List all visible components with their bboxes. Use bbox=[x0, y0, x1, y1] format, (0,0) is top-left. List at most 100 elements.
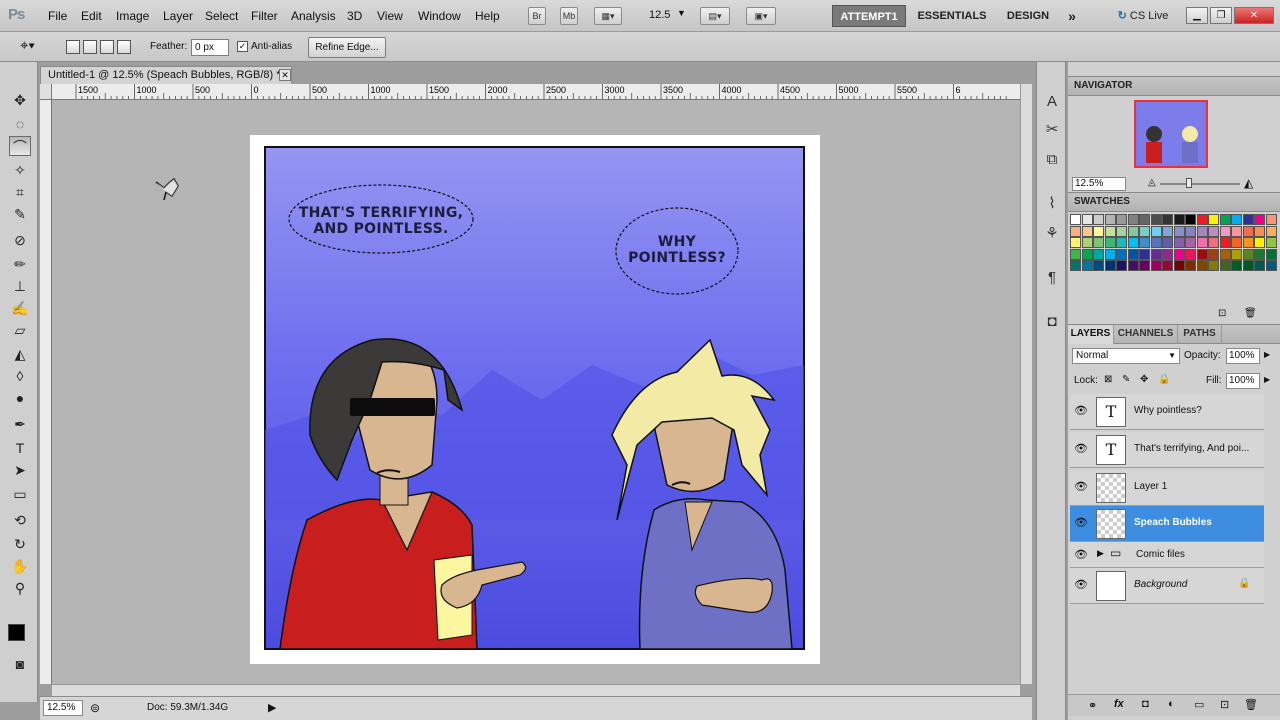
layer-row[interactable]: 👁 T Why pointless? bbox=[1070, 394, 1264, 430]
swatch-color[interactable] bbox=[1208, 214, 1219, 225]
shape-tool-icon[interactable]: ▭ bbox=[9, 484, 31, 504]
fill-input[interactable]: 100% bbox=[1226, 373, 1260, 389]
move-tool-icon[interactable]: ✥ bbox=[9, 90, 31, 110]
swatch-color[interactable] bbox=[1242, 214, 1254, 225]
swatch-color[interactable] bbox=[1185, 237, 1196, 248]
swatch-color[interactable] bbox=[1127, 237, 1139, 248]
swatch-color[interactable] bbox=[1116, 237, 1127, 248]
lasso-tool-icon[interactable]: ⌒ bbox=[9, 136, 31, 156]
swatch-color[interactable] bbox=[1265, 225, 1277, 237]
navigator-zoom-field[interactable]: 12.5% bbox=[1072, 177, 1126, 191]
canvas-area[interactable]: THAT'S TERRIFYING, AND POINTLESS. WHY PO… bbox=[52, 100, 1020, 684]
swatch-color[interactable] bbox=[1162, 214, 1173, 225]
swatch-color[interactable] bbox=[1070, 237, 1081, 248]
swatch-color[interactable] bbox=[1242, 248, 1254, 260]
3d-rotate-tool-icon[interactable]: ⟲ bbox=[9, 510, 31, 530]
swatch-color[interactable] bbox=[1093, 248, 1104, 260]
new-group-icon[interactable]: ▭ bbox=[1194, 698, 1204, 711]
status-zoom-field[interactable]: 12.5% bbox=[43, 700, 83, 716]
add-selection-icon[interactable] bbox=[83, 40, 97, 54]
layer-row[interactable]: 👁 Background 🔒 bbox=[1070, 568, 1264, 604]
history-brush-tool-icon[interactable]: ✍ bbox=[9, 298, 31, 318]
paint-bucket-tool-icon[interactable]: ◭ bbox=[9, 344, 31, 364]
swatch-color[interactable] bbox=[1081, 260, 1093, 271]
expand-group-icon[interactable]: ▶ bbox=[1097, 548, 1104, 559]
swatch-color[interactable] bbox=[1254, 248, 1265, 260]
swatch-color[interactable] bbox=[1070, 248, 1081, 260]
swatch-color[interactable] bbox=[1173, 225, 1185, 237]
swatch-color[interactable] bbox=[1104, 248, 1116, 260]
menu-layer[interactable]: Layer bbox=[163, 9, 193, 23]
eye-icon[interactable]: 👁 bbox=[1074, 578, 1088, 592]
swatch-color[interactable] bbox=[1116, 214, 1127, 225]
swatch-color[interactable] bbox=[1231, 260, 1242, 271]
navigator-header[interactable]: NAVIGATOR bbox=[1068, 76, 1280, 96]
swatch-color[interactable] bbox=[1219, 225, 1231, 237]
adjustment-layer-icon[interactable]: ◐ bbox=[1168, 698, 1175, 710]
workspace-essentials[interactable]: ESSENTIALS bbox=[912, 5, 992, 27]
swatches-header[interactable]: SWATCHES bbox=[1068, 192, 1280, 212]
mini-bridge-button[interactable]: Mb bbox=[560, 7, 578, 25]
swatch-color[interactable] bbox=[1104, 214, 1116, 225]
swatch-color[interactable] bbox=[1150, 214, 1162, 225]
swatch-color[interactable] bbox=[1254, 260, 1265, 271]
foreground-color-swatch[interactable] bbox=[8, 624, 25, 641]
swatch-color[interactable] bbox=[1254, 214, 1265, 225]
swatch-color[interactable] bbox=[1185, 260, 1196, 271]
swatch-color[interactable] bbox=[1104, 260, 1116, 271]
eye-icon[interactable]: 👁 bbox=[1074, 442, 1088, 456]
layer-row[interactable]: 👁 Layer 1 bbox=[1070, 470, 1264, 506]
menu-analysis[interactable]: Analysis bbox=[291, 9, 336, 23]
close-window-icon[interactable]: ✕ bbox=[1234, 7, 1274, 24]
type-tool-icon[interactable]: T bbox=[9, 438, 31, 458]
swatch-color[interactable] bbox=[1116, 248, 1127, 260]
swatch-color[interactable] bbox=[1265, 248, 1277, 260]
zoom-level-select[interactable]: 12.5 bbox=[649, 9, 670, 21]
navigator-slider-thumb[interactable] bbox=[1186, 178, 1192, 188]
workspace-more-icon[interactable]: » bbox=[1060, 5, 1084, 27]
layer-row-selected[interactable]: 👁 Speach Bubbles bbox=[1070, 506, 1264, 542]
screen-mode-icon[interactable]: ▣▾ bbox=[746, 7, 776, 25]
lock-image-icon[interactable]: ✎ bbox=[1122, 374, 1130, 385]
marquee-tool-icon[interactable]: ◌ bbox=[9, 114, 31, 134]
blend-mode-select[interactable]: Normal ▼ bbox=[1072, 348, 1180, 364]
tab-paths[interactable]: PATHS bbox=[1178, 325, 1222, 344]
zoom-in-icon[interactable]: ◭ bbox=[1244, 176, 1253, 190]
lock-all-icon[interactable]: 🔒 bbox=[1158, 374, 1170, 385]
brush-panel-icon[interactable]: ⌇ bbox=[1042, 194, 1062, 214]
swatch-color[interactable] bbox=[1208, 237, 1219, 248]
link-layers-icon[interactable]: ⚭ bbox=[1088, 699, 1097, 712]
new-selection-icon[interactable] bbox=[66, 40, 80, 54]
swatch-color[interactable] bbox=[1162, 248, 1173, 260]
lock-position-icon[interactable]: ✥ bbox=[1140, 374, 1148, 385]
swatch-color[interactable] bbox=[1173, 237, 1185, 248]
swatch-color[interactable] bbox=[1081, 214, 1093, 225]
menu-image[interactable]: Image bbox=[116, 9, 149, 23]
delete-layer-icon[interactable]: 🗑 bbox=[1244, 698, 1258, 711]
clone-stamp-tool-icon[interactable]: ⊥ bbox=[9, 276, 31, 296]
menu-3d[interactable]: 3D bbox=[347, 9, 362, 23]
refine-edge-button[interactable]: Refine Edge... bbox=[308, 37, 386, 58]
menu-select[interactable]: Select bbox=[205, 9, 238, 23]
swatch-color[interactable] bbox=[1150, 237, 1162, 248]
swatch-color[interactable] bbox=[1265, 214, 1277, 225]
workspace-attempt1[interactable]: ATTEMPT1 bbox=[832, 5, 906, 27]
swatch-color[interactable] bbox=[1231, 214, 1242, 225]
subtract-selection-icon[interactable] bbox=[100, 40, 114, 54]
swatch-color[interactable] bbox=[1196, 237, 1208, 248]
swatch-color[interactable] bbox=[1127, 248, 1139, 260]
opacity-arrow-icon[interactable]: ▶ bbox=[1264, 350, 1270, 359]
zoom-tool-icon[interactable]: ⚲ bbox=[9, 578, 31, 598]
menu-help[interactable]: Help bbox=[475, 9, 500, 23]
healing-brush-tool-icon[interactable]: ⊘ bbox=[9, 230, 31, 250]
horizontal-scrollbar[interactable] bbox=[52, 684, 1020, 696]
layer-mask-icon[interactable]: ◘ bbox=[1142, 698, 1149, 710]
swatch-color[interactable] bbox=[1265, 237, 1277, 248]
swatch-color[interactable] bbox=[1162, 237, 1173, 248]
swatch-color[interactable] bbox=[1231, 225, 1242, 237]
tab-layers[interactable]: LAYERS bbox=[1068, 325, 1114, 344]
crop-tool-icon[interactable]: ⌗ bbox=[9, 182, 31, 202]
path-selection-tool-icon[interactable]: ➤ bbox=[9, 460, 31, 480]
brush-tool-icon[interactable]: ✏ bbox=[9, 254, 31, 274]
swatch-color[interactable] bbox=[1139, 248, 1150, 260]
